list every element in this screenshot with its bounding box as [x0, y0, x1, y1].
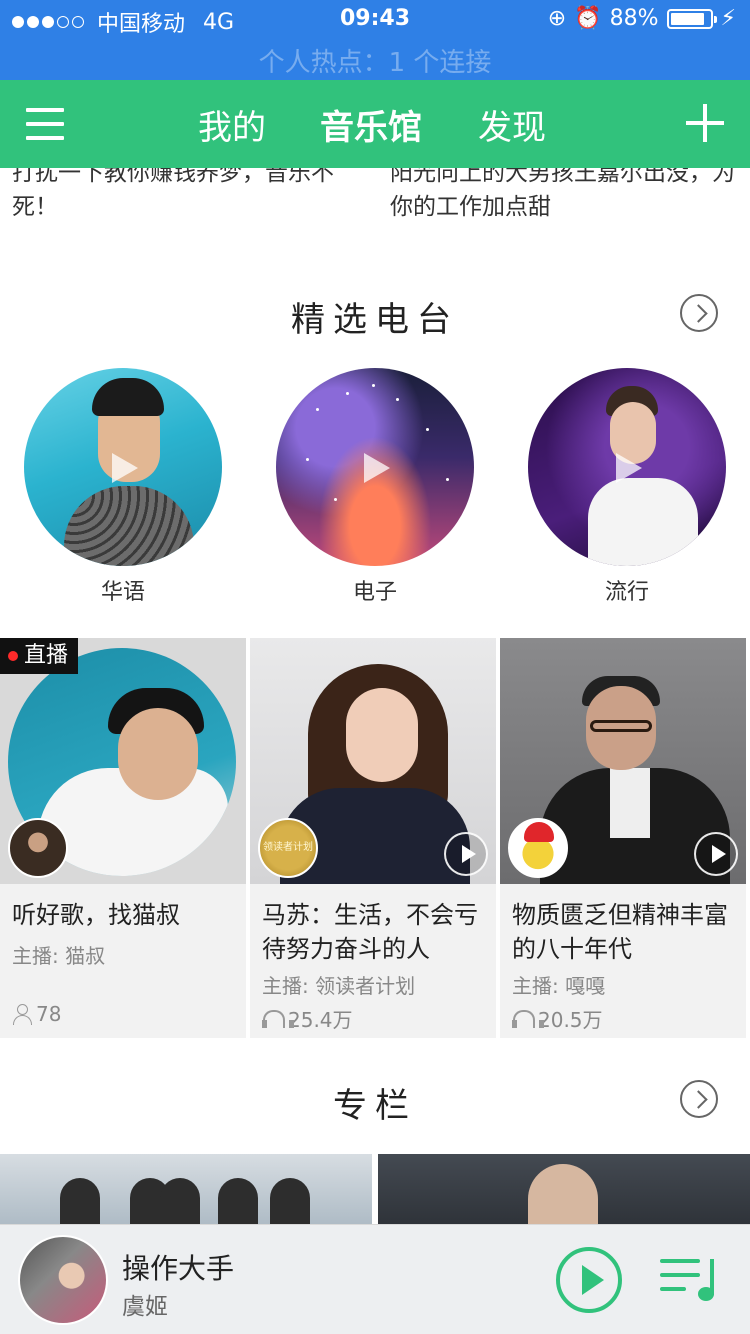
card-listener-count: 20.5万: [512, 1004, 603, 1033]
radio-label: 电子: [352, 580, 397, 605]
now-playing-title[interactable]: 操作大手: [122, 1247, 234, 1287]
listener-count-value: 20.5万: [538, 1008, 603, 1032]
play-icon[interactable]: [694, 832, 738, 876]
column-more-button[interactable]: [680, 1080, 718, 1118]
battery-percent: 88%: [609, 6, 659, 31]
radio-item[interactable]: 华语: [24, 368, 222, 606]
radio-item[interactable]: 流行: [528, 368, 726, 606]
card-cover-image[interactable]: 领读者计划: [250, 638, 496, 884]
radio-cover-image[interactable]: [528, 368, 726, 566]
tab-music-hall[interactable]: 音乐馆: [320, 100, 422, 149]
rotation-lock-icon: ⊕: [547, 6, 567, 31]
column-cover-image[interactable]: [0, 1154, 372, 1224]
card-host: 主播: 嘎嘎: [512, 974, 606, 998]
live-badge-label: 直播: [24, 643, 69, 668]
play-icon: [112, 453, 138, 483]
section-title-column: 专栏: [333, 1086, 417, 1126]
card-title: 听好歌，找猫叔: [12, 901, 180, 929]
alarm-icon: ⏰: [574, 6, 602, 31]
hotspot-banner[interactable]: 个人热点：1 个连接: [0, 42, 750, 79]
radio-cover-image[interactable]: [276, 368, 474, 566]
feature-item-text[interactable]: 打扰一下教你赚钱养梦，音乐不死！: [12, 168, 362, 224]
host-avatar[interactable]: [508, 818, 568, 878]
host-avatar[interactable]: 领读者计划: [258, 818, 318, 878]
main-content[interactable]: 打扰一下教你赚钱养梦，音乐不死！ 阳光向上的大男孩王嘉尔出没，为你的工作加点甜 …: [0, 168, 750, 1224]
live-card[interactable]: 领读者计划 马苏：生活，不会亏待努力奋斗的人 主播: 领读者计划 25.4万: [250, 638, 496, 1038]
column-cover-image[interactable]: [378, 1154, 750, 1224]
add-icon[interactable]: [686, 104, 724, 142]
card-listener-count: 25.4万: [262, 1004, 353, 1033]
radio-item[interactable]: 电子: [276, 368, 474, 606]
card-cover-image[interactable]: 直播: [0, 638, 246, 884]
play-button[interactable]: [556, 1247, 622, 1313]
listener-count-value: 25.4万: [288, 1008, 353, 1032]
live-dot-icon: [8, 651, 18, 661]
radio-cover-image[interactable]: [24, 368, 222, 566]
play-icon: [616, 453, 642, 483]
live-card[interactable]: 直播 听好歌，找猫叔 主播: 猫叔 78: [0, 638, 246, 1038]
card-host: 主播: 领读者计划: [262, 974, 416, 998]
now-playing-artist[interactable]: 虞姬: [122, 1287, 168, 1321]
status-bar: 中国移动 4G 09:43 ⊕ ⏰ 88% ⚡ 个人热点：1 个连接: [0, 0, 750, 80]
listener-count-value: 78: [36, 1002, 62, 1026]
person-icon: [12, 1003, 32, 1025]
radio-more-button[interactable]: [680, 294, 718, 332]
menu-icon[interactable]: [26, 108, 64, 140]
play-icon[interactable]: [444, 832, 488, 876]
headphone-icon: [262, 1009, 294, 1029]
battery-icon: [666, 8, 717, 29]
mini-player[interactable]: 操作大手 虞姬: [0, 1224, 750, 1334]
tab-mine[interactable]: 我的: [198, 100, 266, 149]
live-badge: 直播: [0, 638, 79, 674]
card-title: 马苏：生活，不会亏待努力奋斗的人: [262, 901, 478, 963]
section-title-radio: 精选电台: [291, 300, 459, 340]
radio-label: 流行: [604, 580, 649, 605]
card-listener-count: 78: [12, 1002, 61, 1026]
now-playing-cover[interactable]: [18, 1235, 108, 1325]
charging-icon: ⚡: [720, 6, 736, 31]
top-nav: 我的 音乐馆 发现: [0, 80, 750, 168]
host-avatar[interactable]: [8, 818, 68, 878]
playlist-icon[interactable]: [660, 1255, 714, 1305]
card-host: 主播: 猫叔: [12, 944, 106, 968]
tab-discover[interactable]: 发现: [478, 100, 546, 149]
headphone-icon: [512, 1009, 544, 1029]
live-card[interactable]: 物质匮乏但精神丰富的八十年代 主播: 嘎嘎 20.5万: [500, 638, 746, 1038]
card-title: 物质匮乏但精神丰富的八十年代: [512, 901, 728, 963]
radio-label: 华语: [100, 580, 145, 605]
card-cover-image[interactable]: [500, 638, 746, 884]
play-icon: [364, 453, 390, 483]
feature-item-text[interactable]: 阳光向上的大男孩王嘉尔出没，为你的工作加点甜: [390, 168, 740, 224]
